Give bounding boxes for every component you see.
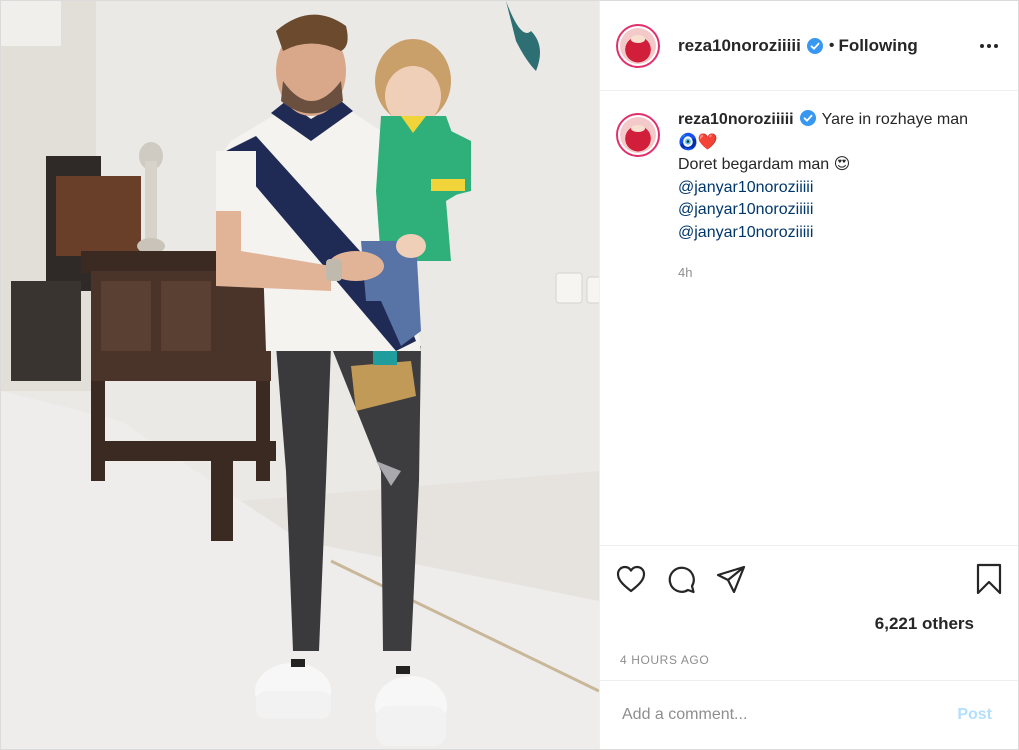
- bookmark-icon: [976, 563, 1002, 595]
- mention-link[interactable]: @janyar10noroziiiii: [678, 199, 968, 222]
- likes-count[interactable]: 6,221 others: [600, 608, 1018, 640]
- header-username[interactable]: reza10noroziiiii: [678, 36, 801, 56]
- comment-icon: [668, 566, 695, 594]
- share-icon: [716, 565, 746, 593]
- caption-emoji-line: 🧿❤️: [678, 133, 718, 151]
- caption-relative-time[interactable]: 4h: [678, 262, 968, 285]
- share-button[interactable]: [716, 559, 756, 599]
- photo-illustration: 2: [1, 1, 599, 749]
- caption-text: reza10noroziiiii Yare in rozhaye man 🧿❤️…: [678, 109, 968, 285]
- mention-link[interactable]: @janyar10noroziiiii: [678, 177, 968, 200]
- caption-line-2-emoji: 😍: [833, 156, 851, 173]
- posted-time[interactable]: 4 HOURS AGO: [600, 640, 1018, 681]
- verified-badge-icon: [799, 110, 816, 126]
- comments-area: reza10noroziiiii Yare in rozhaye man 🧿❤️…: [600, 91, 1018, 546]
- action-bar: [600, 550, 1018, 608]
- avatar-image: [620, 27, 656, 64]
- caption-row: reza10noroziiiii Yare in rozhaye man 🧿❤️…: [616, 109, 1002, 285]
- caption-line-1: Yare in rozhaye man: [821, 111, 969, 128]
- post-photo[interactable]: 2: [1, 1, 599, 749]
- more-options-button[interactable]: [976, 33, 1002, 59]
- more-horizontal-icon: [980, 43, 998, 48]
- avatar[interactable]: [616, 23, 660, 68]
- save-button[interactable]: [962, 559, 1002, 599]
- avatar-image: [620, 117, 656, 153]
- caption-avatar[interactable]: [616, 113, 660, 157]
- caption-username[interactable]: reza10noroziiiii: [678, 111, 794, 128]
- comment-button[interactable]: [666, 559, 706, 599]
- instagram-post: 2: [0, 0, 1019, 750]
- following-button[interactable]: Following: [838, 36, 917, 56]
- header-separator: •: [828, 36, 835, 54]
- post-comment-button[interactable]: Post: [951, 705, 998, 725]
- post-header: reza10noroziiiii • Following: [600, 1, 1018, 91]
- mention-link[interactable]: @janyar10noroziiiii: [678, 222, 968, 245]
- comment-input[interactable]: [620, 705, 952, 725]
- post-side-panel: reza10noroziiiii • Following reza10noroz…: [599, 1, 1018, 749]
- like-button[interactable]: [616, 559, 656, 599]
- add-comment-section: Post: [600, 681, 1018, 749]
- verified-badge-icon: [806, 37, 823, 54]
- heart-icon: [616, 565, 646, 593]
- caption-line-2: Doret begardam man: [678, 156, 830, 173]
